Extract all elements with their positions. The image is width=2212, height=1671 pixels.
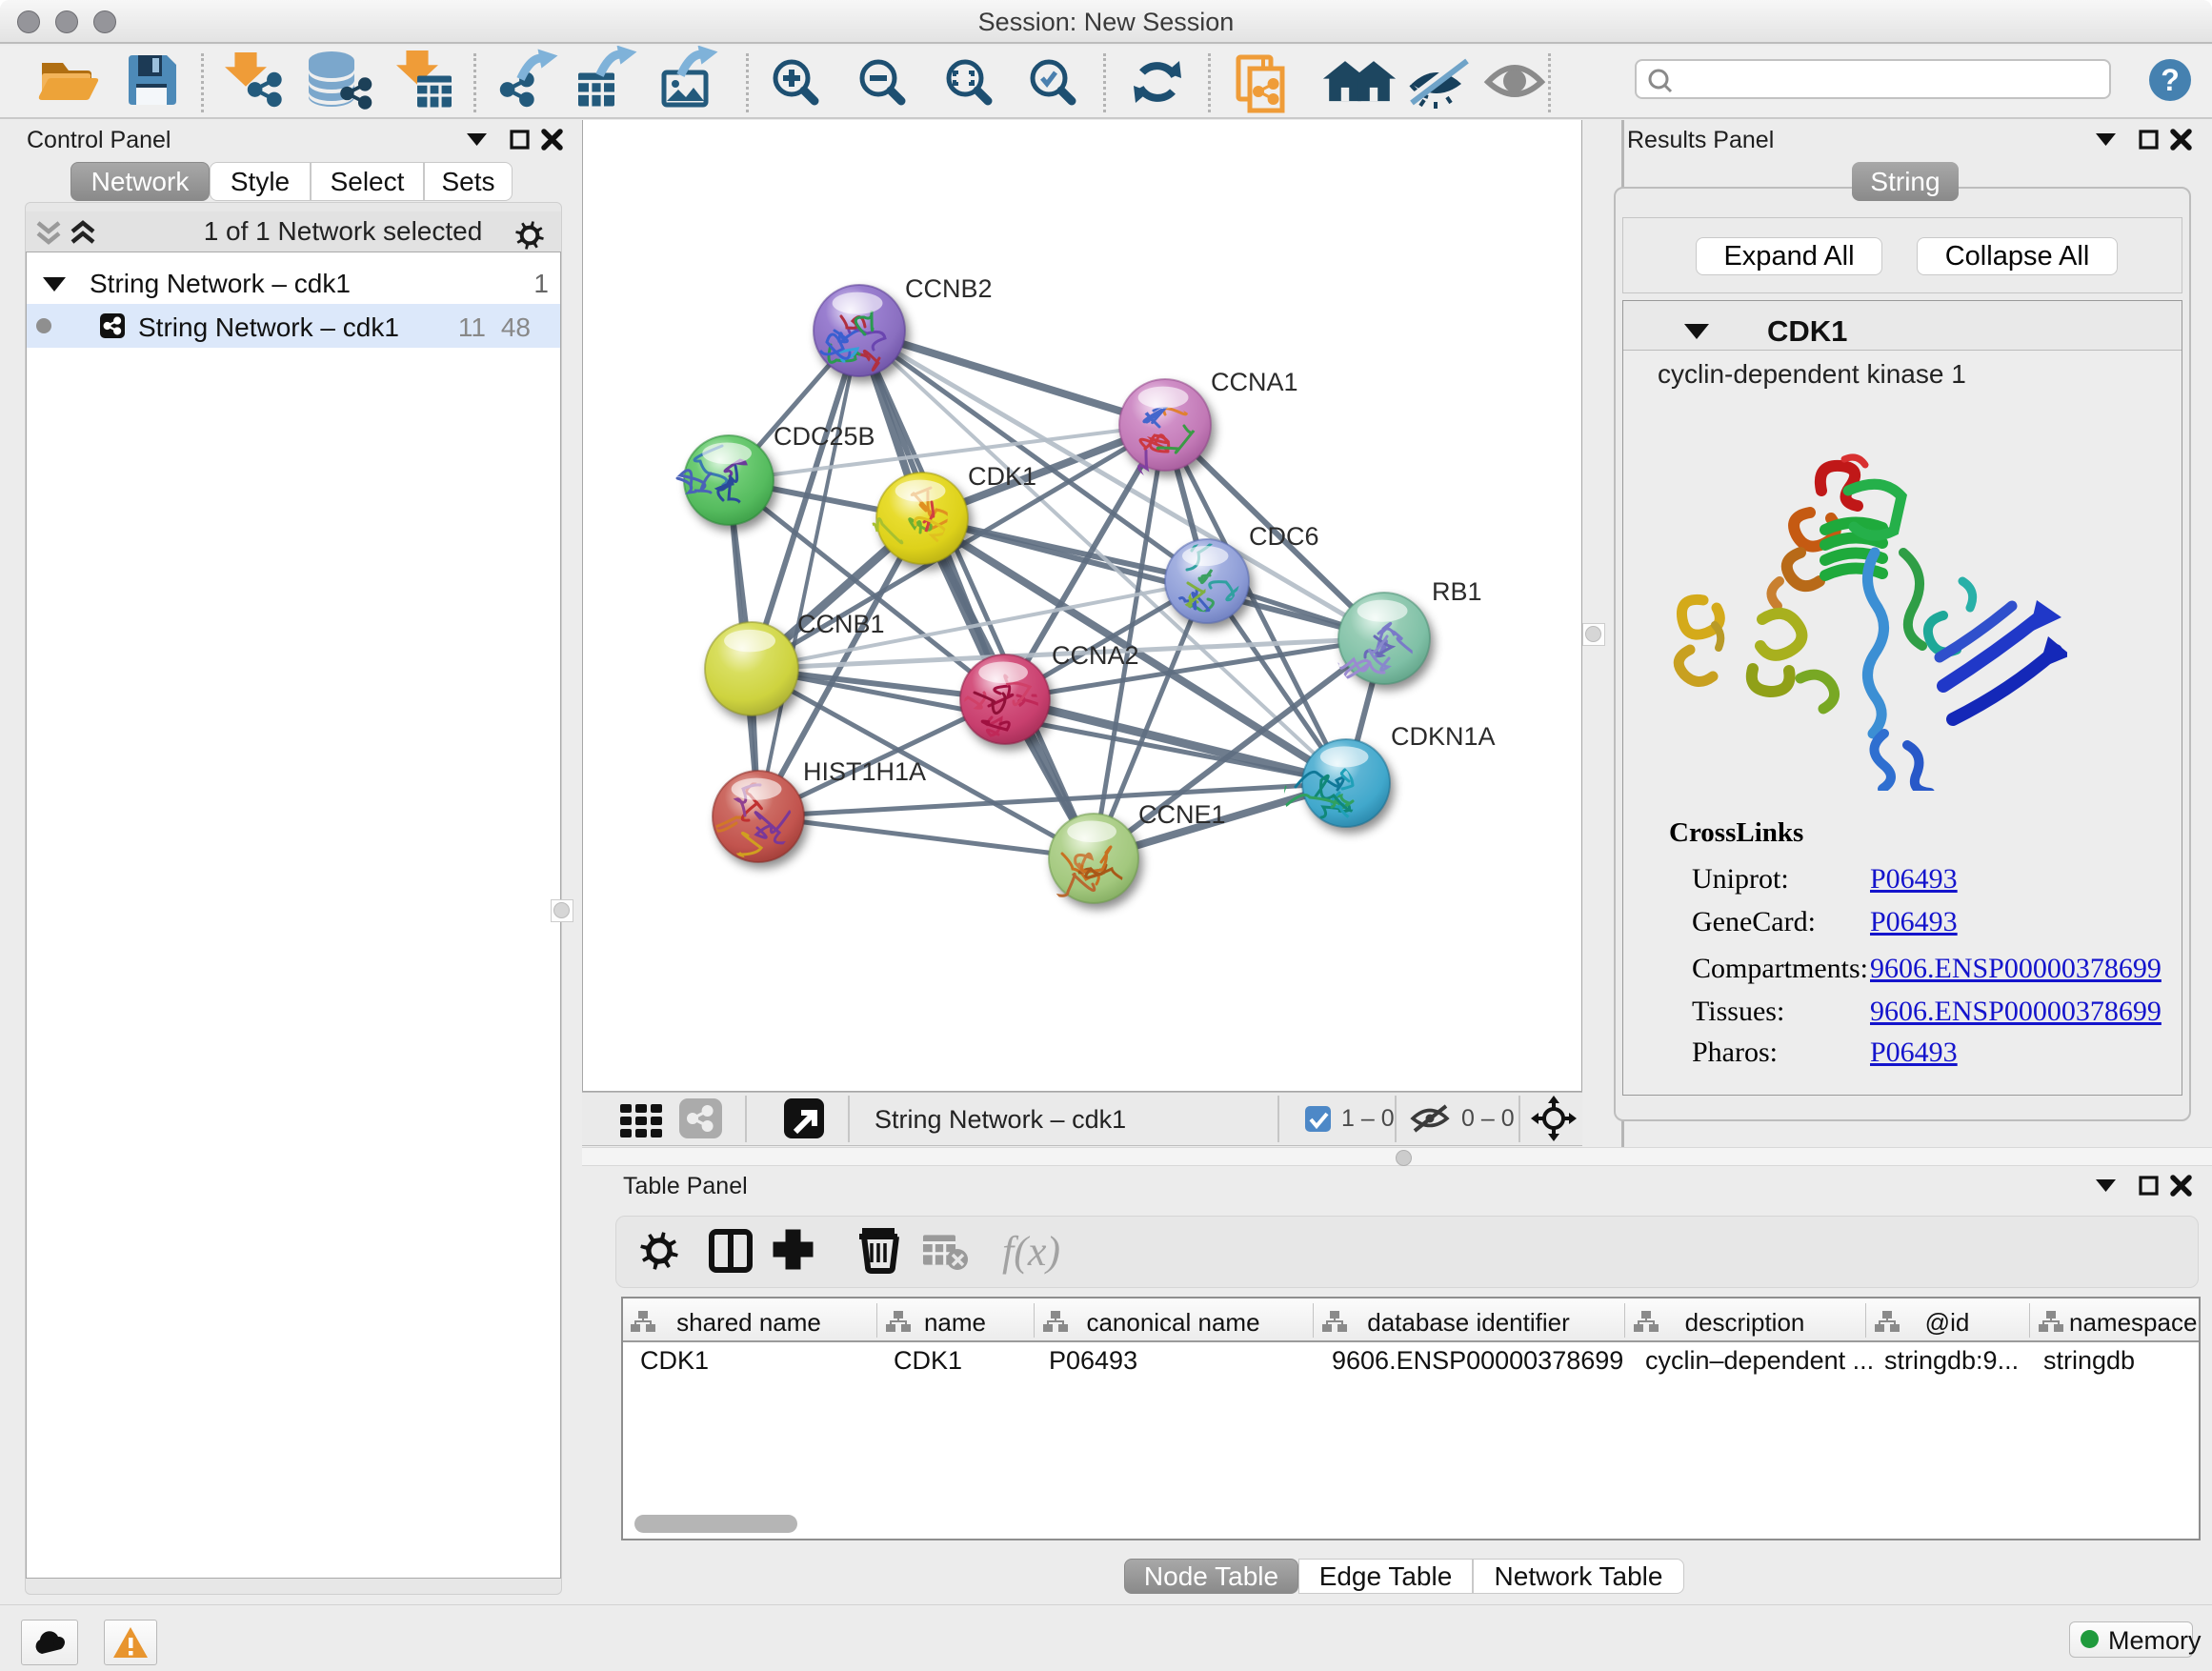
svg-text:CDK1: CDK1 (968, 462, 1036, 491)
svg-text:CCNA2: CCNA2 (1052, 641, 1139, 670)
svg-text:CDKN1A: CDKN1A (1391, 722, 1496, 751)
svg-text:CCNE1: CCNE1 (1138, 800, 1226, 829)
svg-text:CDC6: CDC6 (1249, 522, 1319, 551)
svg-text:CCNB1: CCNB1 (797, 610, 885, 638)
svg-text:String Network – cdk1: String Network – cdk1 (875, 1105, 1126, 1134)
svg-text:RB1: RB1 (1432, 577, 1482, 606)
svg-text:1 – 0: 1 – 0 (1341, 1105, 1395, 1132)
svg-text:CDC25B: CDC25B (774, 422, 875, 451)
svg-text:0 – 0: 0 – 0 (1461, 1105, 1515, 1132)
svg-text:HIST1H1A: HIST1H1A (803, 757, 926, 786)
svg-text:CCNB2: CCNB2 (905, 274, 993, 303)
svg-text:f(x): f(x) (1002, 1228, 1060, 1275)
svg-text:CCNA1: CCNA1 (1211, 368, 1298, 396)
